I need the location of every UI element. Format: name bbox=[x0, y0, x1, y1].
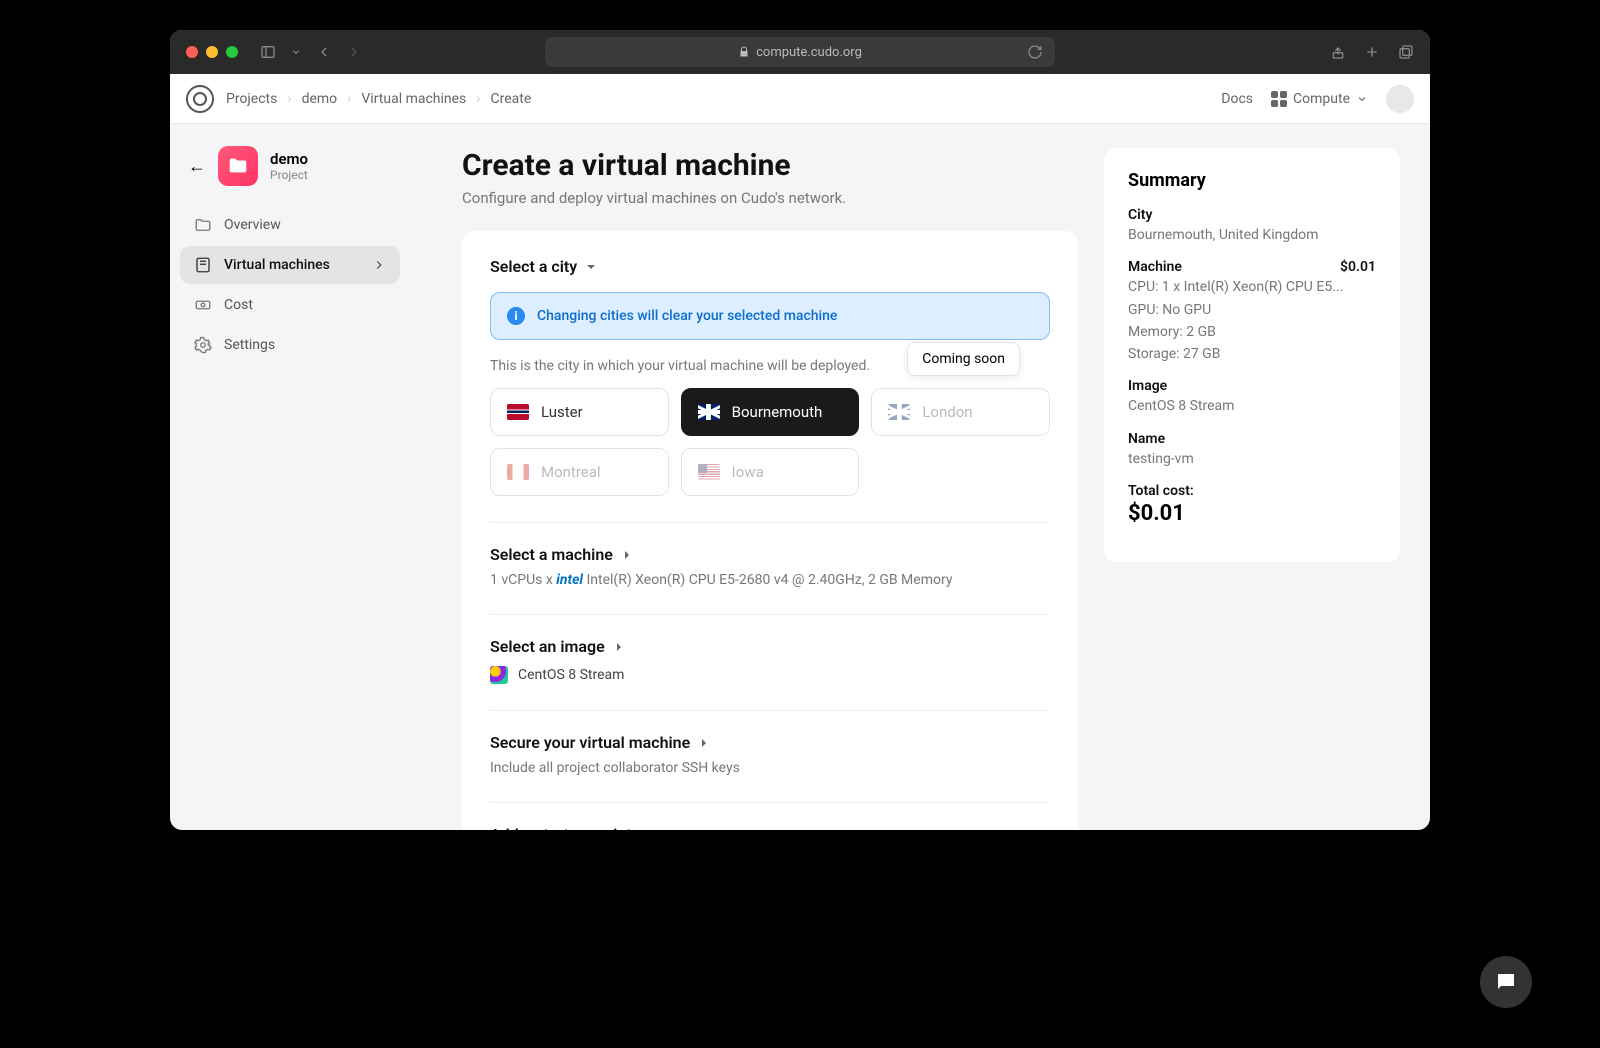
close-window[interactable] bbox=[186, 46, 198, 58]
page-subtitle: Configure and deploy virtual machines on… bbox=[462, 189, 1078, 207]
section-image[interactable]: Select an image bbox=[490, 637, 1050, 656]
flag-norway-icon bbox=[507, 404, 529, 420]
sidebar-item-overview[interactable]: Overview bbox=[180, 206, 400, 244]
compute-dropdown[interactable]: Compute bbox=[1271, 91, 1368, 107]
section-secure[interactable]: Secure your virtual machine bbox=[490, 733, 1050, 752]
machine-summary: 1 vCPUs x intel Intel(R) Xeon(R) CPU E5-… bbox=[490, 572, 1050, 588]
project-name: demo bbox=[270, 150, 308, 168]
city-london: London bbox=[871, 388, 1050, 436]
sidebar-item-vms[interactable]: Virtual machines bbox=[180, 246, 400, 284]
caret-right-icon bbox=[613, 641, 625, 653]
chat-button[interactable] bbox=[1480, 956, 1532, 1008]
chevron-down-icon[interactable] bbox=[290, 44, 302, 60]
section-startup[interactable]: Add a startup script bbox=[490, 825, 1050, 830]
sidebar: ← demo Project Overview Virtual machines… bbox=[170, 124, 410, 830]
summary-machine-price: $0.01 bbox=[1340, 259, 1376, 275]
coming-soon-tooltip: Coming soon bbox=[907, 342, 1020, 376]
sidebar-item-settings[interactable]: Settings bbox=[180, 326, 400, 364]
app-header: Projects› demo› Virtual machines› Create… bbox=[170, 74, 1430, 124]
reload-icon[interactable] bbox=[1027, 44, 1043, 60]
maximize-window[interactable] bbox=[226, 46, 238, 58]
docs-link[interactable]: Docs bbox=[1221, 91, 1253, 107]
secure-line: Include all project collaborator SSH key… bbox=[490, 760, 1050, 776]
summary-total-value: $0.01 bbox=[1128, 501, 1376, 526]
chevron-right-icon bbox=[372, 258, 386, 272]
forward-icon[interactable] bbox=[346, 44, 362, 60]
new-tab-icon[interactable] bbox=[1364, 44, 1380, 60]
folder-icon bbox=[194, 216, 212, 234]
crumb-create[interactable]: Create bbox=[491, 91, 532, 107]
chevron-down-icon bbox=[1356, 93, 1368, 105]
minimize-window[interactable] bbox=[206, 46, 218, 58]
summary-title: Summary bbox=[1128, 170, 1376, 191]
summary-city-label: City bbox=[1128, 207, 1376, 223]
address-bar[interactable]: compute.cudo.org bbox=[545, 37, 1055, 67]
summary-city-value: Bournemouth, United Kingdom bbox=[1128, 225, 1376, 245]
image-value: CentOS 8 Stream bbox=[518, 667, 624, 683]
breadcrumb: Projects› demo› Virtual machines› Create bbox=[226, 91, 531, 107]
url-text: compute.cudo.org bbox=[756, 45, 862, 60]
city-montreal: Montreal bbox=[490, 448, 669, 496]
sidebar-toggle-icon[interactable] bbox=[260, 44, 276, 60]
section-city[interactable]: Select a city bbox=[490, 257, 1050, 276]
flag-uk-icon bbox=[888, 404, 910, 420]
titlebar: compute.cudo.org bbox=[170, 30, 1430, 74]
project-icon bbox=[218, 146, 258, 186]
info-alert: i Changing cities will clear your select… bbox=[490, 292, 1050, 340]
back-arrow[interactable]: ← bbox=[188, 156, 206, 177]
crumb-projects[interactable]: Projects bbox=[226, 91, 277, 107]
summary-image-label: Image bbox=[1128, 378, 1376, 394]
city-iowa: Iowa bbox=[681, 448, 860, 496]
caret-right-icon bbox=[698, 737, 710, 749]
gear-icon bbox=[194, 336, 212, 354]
summary-machine-label: Machine bbox=[1128, 259, 1182, 275]
summary-panel: Summary City Bournemouth, United Kingdom… bbox=[1104, 148, 1400, 562]
os-icon bbox=[490, 666, 508, 684]
avatar[interactable] bbox=[1386, 85, 1414, 113]
section-machine[interactable]: Select a machine bbox=[490, 545, 1050, 564]
crumb-demo[interactable]: demo bbox=[302, 91, 338, 107]
app-window: compute.cudo.org Projects› demo› Virtual… bbox=[170, 30, 1430, 830]
window-controls bbox=[186, 46, 238, 58]
summary-name-value: testing-vm bbox=[1128, 449, 1376, 469]
caret-down-icon bbox=[585, 261, 597, 273]
grid-icon bbox=[1271, 91, 1287, 107]
money-icon bbox=[194, 296, 212, 314]
sidebar-item-cost[interactable]: Cost bbox=[180, 286, 400, 324]
summary-image-value: CentOS 8 Stream bbox=[1128, 396, 1376, 416]
tabs-icon[interactable] bbox=[1398, 44, 1414, 60]
city-luster[interactable]: Luster bbox=[490, 388, 669, 436]
page-title: Create a virtual machine bbox=[462, 148, 1078, 183]
app-logo[interactable] bbox=[186, 85, 214, 113]
info-icon: i bbox=[507, 307, 525, 325]
crumb-vms[interactable]: Virtual machines bbox=[361, 91, 466, 107]
share-icon[interactable] bbox=[1330, 44, 1346, 60]
back-icon[interactable] bbox=[316, 44, 332, 60]
lock-icon bbox=[738, 44, 750, 60]
chat-icon bbox=[1494, 970, 1518, 994]
caret-right-icon bbox=[621, 549, 633, 561]
server-icon bbox=[194, 256, 212, 274]
flag-canada-icon bbox=[507, 464, 529, 480]
city-bournemouth[interactable]: Bournemouth bbox=[681, 388, 860, 436]
summary-total-label: Total cost: bbox=[1128, 483, 1376, 499]
flag-uk-icon bbox=[698, 404, 720, 420]
project-sub: Project bbox=[270, 168, 308, 182]
caret-right-icon bbox=[640, 829, 652, 831]
summary-name-label: Name bbox=[1128, 431, 1376, 447]
flag-us-icon bbox=[698, 464, 720, 480]
form-card: Select a city i Changing cities will cle… bbox=[462, 231, 1078, 830]
